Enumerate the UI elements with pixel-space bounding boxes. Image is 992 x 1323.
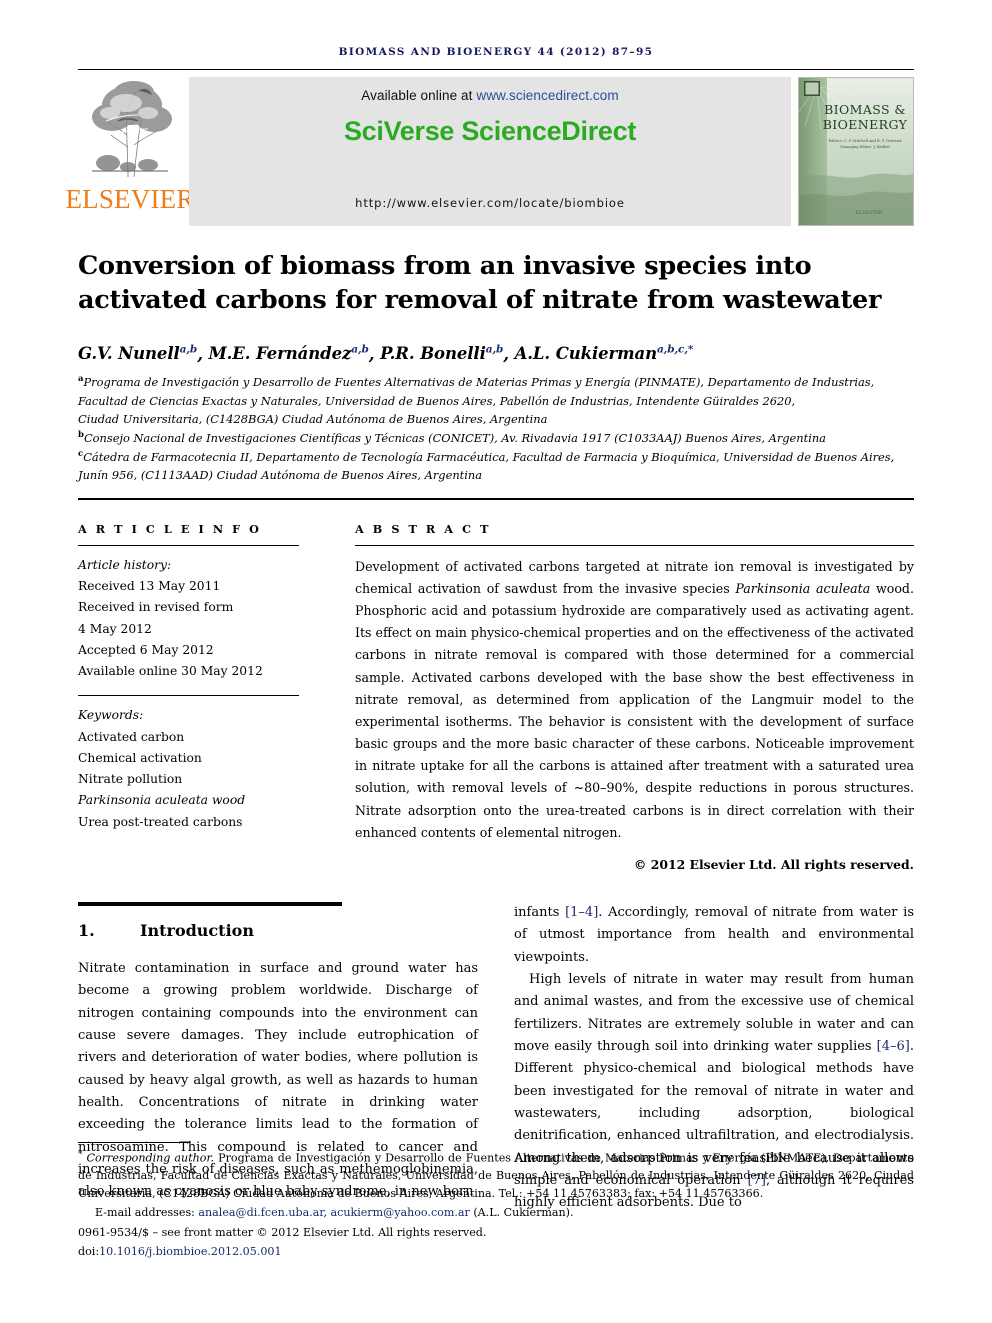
- keywords-block: Keywords: Activated carbon Chemical acti…: [78, 696, 299, 833]
- abstract-column: A B S T R A C T Development of activated…: [323, 522, 914, 872]
- author-affil-marker: a,b: [485, 343, 504, 356]
- keywords-label: Keywords:: [78, 708, 144, 723]
- footnote-rule: [78, 1141, 190, 1143]
- affiliation-line: bConsejo Nacional de Investigaciones Cie…: [78, 430, 826, 446]
- sciencedirect-url[interactable]: www.sciencedirect.com: [476, 88, 618, 103]
- abstract-part-2: wood. Phosphoric acid and potassium hydr…: [355, 580, 914, 840]
- author: G.V. Nunella,b: [78, 343, 198, 364]
- svg-text:ELSEVIER: ELSEVIER: [855, 210, 882, 216]
- front-matter-line: 0961-9534/$ – see front matter © 2012 El…: [78, 1226, 487, 1240]
- author-affil-marker: a,b: [179, 343, 198, 356]
- history-item: Accepted 6 May 2012: [78, 642, 214, 657]
- paragraph: infants [1–4]. Accordingly, removal of n…: [514, 902, 914, 969]
- author-list: G.V. Nunella,b, M.E. Fernándeza,b, P.R. …: [78, 343, 694, 364]
- sciverse-sciencedirect-logo: SciVerse ScienceDirect: [343, 116, 637, 146]
- journal-homepage-url[interactable]: http://www.elsevier.com/locate/biombioe: [189, 196, 791, 210]
- email-label: E-mail addresses:: [95, 1206, 195, 1220]
- section-title: Introduction: [140, 920, 254, 940]
- svg-text:Managing Editor: J. Bailliet: Managing Editor: J. Bailliet: [840, 145, 890, 149]
- footnote-block: * Corresponding author. Programa de Inve…: [78, 1141, 914, 1262]
- article-info-column: A R T I C L E I N F O Article history: R…: [78, 522, 323, 872]
- corresponding-author-note: * Corresponding author. Programa de Inve…: [78, 1148, 914, 1204]
- affiliation-line: Ciudad Universitaria, (C1428BGA) Ciudad …: [78, 412, 548, 427]
- keyword: Activated carbon: [78, 729, 185, 744]
- history-item: Available online 30 May 2012: [78, 664, 263, 679]
- affiliation-list: aPrograma de Investigación y Desarrollo …: [78, 373, 914, 484]
- author: P.R. Bonellia,b: [380, 343, 504, 364]
- email-attribution: (A.L. Cukierman).: [473, 1206, 574, 1220]
- corresponding-author-label: Corresponding author.: [86, 1151, 215, 1165]
- affiliation-line: Facultad de Ciencias Exactas y Naturales…: [78, 393, 796, 408]
- available-online-prefix: Available online at: [361, 88, 477, 103]
- journal-cover-thumbnail: BIOMASS & BIOENERGY Editors: C. P. Mitch…: [798, 77, 914, 226]
- citation-ref[interactable]: [4–6]: [877, 1039, 910, 1054]
- author-affil-marker: a,b,c,*: [656, 343, 694, 356]
- email-link-2[interactable]: acukierm@yahoo.com.ar: [331, 1206, 470, 1219]
- affiliation-line: cCátedra de Farmacotecnia II, Departamen…: [78, 448, 895, 464]
- doi-link[interactable]: 10.1016/j.biombioe.2012.05.001: [99, 1245, 281, 1258]
- running-head: BIOMASS AND BIOENERGY 44 (2012) 87–95: [338, 46, 654, 58]
- text-run: High levels of nitrate in water may resu…: [514, 971, 914, 1054]
- article-history-label: Article history:: [78, 557, 172, 572]
- author: M.E. Fernándeza,b: [208, 343, 369, 364]
- history-item: Received in revised form: [78, 600, 234, 615]
- article-info-heading: A R T I C L E I N F O: [78, 521, 262, 536]
- article-history-block: Article history: Received 13 May 2011 Re…: [78, 546, 299, 683]
- abstract-text: Development of activated carbons targete…: [355, 546, 914, 844]
- email-separator: ,: [323, 1206, 331, 1220]
- footnote-star-marker: *: [78, 1149, 83, 1160]
- keyword: Urea post-treated carbons: [78, 814, 243, 829]
- species-name: Parkinsonia aculeata: [735, 580, 871, 596]
- author-affil-marker: a,b: [351, 343, 369, 356]
- elsevier-tree-icon: [82, 77, 178, 183]
- page-title: Conversion of biomass from an invasive s…: [78, 251, 882, 315]
- svg-text:Editors: C. P. Mitchell and R.: Editors: C. P. Mitchell and R. P. Overen…: [828, 139, 902, 143]
- email-line: E-mail addresses: analea@di.fcen.uba.ar,…: [78, 1204, 914, 1222]
- keyword: Chemical activation: [78, 750, 202, 765]
- section-heading-introduction: 1. Introduction: [78, 921, 478, 940]
- copyright-line: © 2012 Elsevier Ltd. All rights reserved…: [634, 856, 914, 872]
- affiliation-line: Junín 956, (C1113AAD) Ciudad Autónoma de…: [78, 468, 483, 483]
- info-abstract-columns: A R T I C L E I N F O Article history: R…: [78, 522, 914, 872]
- email-link-1[interactable]: analea@di.fcen.uba.ar: [198, 1206, 323, 1219]
- doi-line: doi:10.1016/j.biombioe.2012.05.001: [78, 1243, 914, 1261]
- history-item: Received 13 May 2011: [78, 579, 221, 594]
- section-number: 1.: [78, 920, 95, 940]
- keyword: Parkinsonia aculeata wood: [78, 793, 246, 808]
- elsevier-wordmark: ELSEVIER: [65, 184, 195, 214]
- svg-text:BIOMASS &: BIOMASS &: [824, 102, 906, 117]
- doi-label: doi:: [78, 1245, 100, 1259]
- article-page: BIOMASS AND BIOENERGY 44 (2012) 87–95 EL…: [0, 0, 992, 1323]
- elsevier-logo: ELSEVIER: [65, 77, 194, 226]
- sciencedirect-banner: Available online at www.sciencedirect.co…: [189, 77, 791, 226]
- abstract-heading: A B S T R A C T: [355, 521, 492, 536]
- author: A.L. Cukiermana,b,c,*: [514, 343, 694, 364]
- history-item: 4 May 2012: [78, 621, 152, 636]
- journal-masthead: ELSEVIER Available online at www.science…: [65, 69, 914, 226]
- citation-ref[interactable]: [1–4]: [565, 905, 598, 920]
- header-divider: [78, 497, 914, 500]
- svg-text:BIOENERGY: BIOENERGY: [823, 117, 908, 132]
- available-online-line: Available online at www.sciencedirect.co…: [361, 88, 619, 103]
- section-heavy-rule: [78, 901, 342, 906]
- text-run: infants: [514, 904, 566, 920]
- keyword: Nitrate pollution: [78, 772, 183, 787]
- affiliation-line: aPrograma de Investigación y Desarrollo …: [78, 374, 875, 390]
